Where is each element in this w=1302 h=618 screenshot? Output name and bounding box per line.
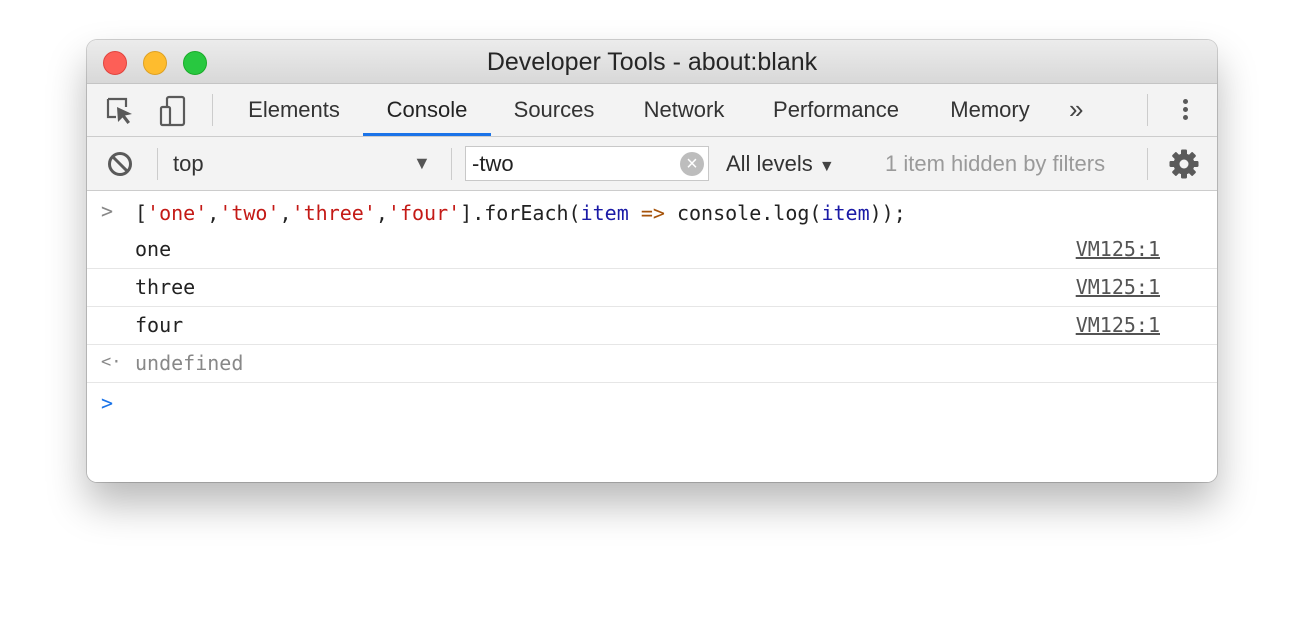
toolbar-divider (451, 148, 452, 180)
source-link[interactable]: VM125:1 (1076, 275, 1160, 299)
code-token-str: 'four' (387, 201, 461, 225)
code-token-plain: , (375, 201, 388, 225)
dropdown-arrow-icon: ▼ (413, 153, 431, 173)
kebab-menu-icon[interactable] (1175, 96, 1195, 126)
tab-network[interactable]: Network (621, 84, 747, 136)
console-input-code[interactable]: ['one','two','three','four'].forEach(ite… (135, 201, 906, 225)
code-token-str: 'three' (291, 201, 376, 225)
tab-sources[interactable]: Sources (491, 84, 617, 136)
device-toolbar-icon[interactable] (156, 94, 190, 128)
more-tabs-icon[interactable]: » (1069, 84, 1083, 136)
context-selector[interactable]: top ▼ (173, 137, 437, 190)
input-prompt-icon: > (101, 199, 114, 223)
console-log-row: three VM125:1 (87, 269, 1217, 307)
toolbar-divider (1147, 94, 1148, 126)
filter-box: × (465, 146, 709, 181)
console-input-row: > ['one','two','three','four'].forEach(i… (87, 191, 1217, 231)
chevron-down-icon: ▼ (818, 158, 835, 175)
console-output[interactable]: > ['one','two','three','four'].forEach(i… (87, 191, 1217, 482)
code-token-kw: item (821, 201, 870, 225)
code-token-plain: , (279, 201, 292, 225)
panel-tab-bar: Elements Console Sources Network Perform… (87, 84, 1217, 137)
source-link[interactable]: VM125:1 (1076, 313, 1160, 337)
log-message: one (135, 237, 172, 261)
code-token-str: 'one' (147, 201, 208, 225)
log-levels-label: All levels (726, 151, 813, 176)
code-token-plain: console.log( (664, 201, 822, 225)
context-selector-value: top (173, 151, 204, 176)
result-arrow-icon: <· (101, 352, 122, 372)
code-token-op: => (640, 201, 665, 225)
clear-filter-icon[interactable]: × (680, 152, 704, 176)
log-message: four (135, 313, 184, 337)
log-message: three (135, 275, 196, 299)
filter-input[interactable] (472, 147, 672, 180)
console-prompt-row[interactable]: > (87, 383, 1217, 423)
hidden-items-status: 1 item hidden by filters (885, 151, 1106, 176)
window-title: Developer Tools - about:blank (486, 48, 818, 76)
tab-performance[interactable]: Performance (751, 84, 921, 136)
result-value: undefined (135, 351, 244, 375)
tab-console[interactable]: Console (363, 84, 491, 136)
active-tab-indicator (363, 133, 491, 136)
devtools-window: Developer Tools - about:blank Elements C… (87, 40, 1217, 482)
code-token-plain: , (207, 201, 220, 225)
log-levels-dropdown[interactable]: All levels ▼ (726, 137, 835, 193)
toolbar-divider (157, 148, 158, 180)
gear-icon[interactable] (1168, 148, 1200, 180)
console-result-row: <· undefined (87, 345, 1217, 383)
prompt-caret-icon: > (101, 391, 114, 415)
code-token-kw: item (580, 201, 629, 225)
code-token-str: 'two' (219, 201, 280, 225)
code-token-plain: [ (135, 201, 148, 225)
source-link[interactable]: VM125:1 (1076, 237, 1160, 261)
toolbar-divider (1147, 148, 1148, 180)
console-log-row: one VM125:1 (87, 231, 1217, 269)
tab-memory[interactable]: Memory (931, 84, 1049, 136)
toolbar-divider (212, 94, 213, 126)
code-token-plain: )); (869, 201, 906, 225)
console-log-row: four VM125:1 (87, 307, 1217, 345)
tab-elements[interactable]: Elements (227, 84, 361, 136)
inspect-element-icon[interactable] (103, 94, 137, 128)
code-token-plain: ].forEach( (460, 201, 581, 225)
title-bar: Developer Tools - about:blank (87, 40, 1217, 84)
clear-console-icon[interactable] (103, 147, 137, 181)
console-filter-bar: top ▼ × All levels ▼ 1 item hidden by fil… (87, 137, 1217, 191)
